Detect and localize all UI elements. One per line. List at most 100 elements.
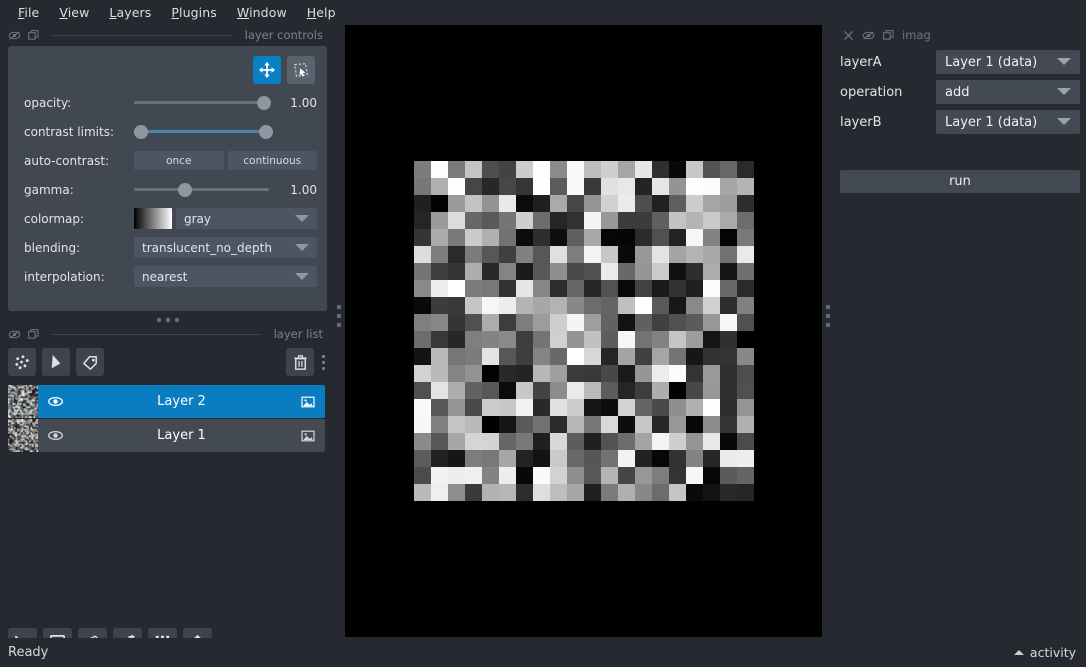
plugin-widget-form: layerA Layer 1 (data) operation add laye… [840,50,1080,134]
menu-file[interactable]: File [8,2,49,23]
chevron-down-icon [1057,88,1071,95]
image-pixel [516,161,533,178]
contrast-low-handle[interactable] [134,124,148,139]
image-pixel [669,416,686,433]
image-pixel [584,212,601,229]
table-row[interactable]: Layer 2 [8,385,325,418]
layer-controls-label: layer controls [244,28,323,42]
image-pixel [669,433,686,450]
image-pixel [448,195,465,212]
image-pixel [635,399,652,416]
layer-visibility-toggle[interactable] [38,393,72,410]
image-pixel [533,450,550,467]
image-pixel [584,297,601,314]
image-pixel [686,467,703,484]
image-pixel [601,314,618,331]
image-pixel [550,195,567,212]
contrast-high-handle[interactable] [259,124,273,139]
opacity-row: 1.00 [134,92,317,113]
layer-thumbnail [8,419,38,452]
image-pixel [686,484,703,501]
layer-b-combo[interactable]: Layer 1 (data) [936,110,1080,134]
chevron-down-icon [1057,118,1071,125]
splitter-dot [337,313,341,318]
dock-float-icon[interactable] [8,29,21,42]
image-pixel [669,246,686,263]
delete-layer-button[interactable] [286,348,314,376]
opacity-label: opacity: [24,95,72,110]
gamma-handle[interactable] [178,182,193,197]
image-pixel [465,246,482,263]
pan-zoom-mode-button[interactable] [253,56,281,84]
image-pixel [499,399,516,416]
activity-toggle[interactable]: activity [1013,645,1086,660]
new-labels-layer-button[interactable] [76,348,104,376]
image-pixel [414,433,431,450]
image-pixel [720,229,737,246]
run-button[interactable]: run [840,170,1080,193]
dock-undock-icon[interactable] [27,328,40,341]
blending-combo[interactable]: translucent_no_depth [134,237,317,258]
viewer-canvas[interactable] [345,25,822,637]
eye-icon [47,430,63,441]
operation-combo[interactable]: add [936,80,1080,104]
menu-window[interactable]: Window [227,2,297,23]
image-pixel [669,382,686,399]
auto-contrast-once-button[interactable]: once [134,151,224,170]
image-pixel [601,229,618,246]
left-splitter-handle[interactable] [333,24,345,607]
image-pixel [652,348,669,365]
splitter-dot [826,313,830,318]
image-pixel [431,365,448,382]
image-pixel [414,467,431,484]
image-pixel [703,195,720,212]
image-pixel [482,297,499,314]
eye-icon [47,396,63,407]
menu-layers[interactable]: Layers [99,2,161,23]
table-row[interactable]: Layer 1 [8,419,325,452]
layer-controls-grid: opacity: 1.00 contrast limits: auto-cont… [8,92,327,287]
menu-help[interactable]: Help [297,2,346,23]
image-pixel [601,382,618,399]
close-icon[interactable] [842,29,855,42]
image-layer-icon [301,396,315,407]
image-pixel [533,246,550,263]
opacity-handle[interactable] [256,95,271,110]
image-pixel [720,331,737,348]
image-pixel [584,450,601,467]
image-pixel [635,433,652,450]
image-pixel [618,484,635,501]
layer-list-overflow-handle[interactable] [322,354,325,370]
colormap-row: gray [134,208,317,229]
dock-undock-icon[interactable] [882,29,895,42]
operation-value: add [945,84,970,100]
dock-float-icon[interactable] [862,29,875,42]
image-pixel [482,348,499,365]
right-splitter-handle[interactable] [822,24,834,607]
gamma-value: 1.00 [290,182,317,197]
image-pixel [703,433,720,450]
image-pixel [499,229,516,246]
layer-visibility-toggle[interactable] [38,427,72,444]
auto-contrast-continuous-button[interactable]: continuous [227,151,317,170]
menu-plugins[interactable]: Plugins [161,2,226,23]
image-pixel [465,178,482,195]
dock-float-icon[interactable] [8,328,21,341]
dock-undock-icon[interactable] [27,29,40,42]
image-pixel [635,467,652,484]
layer-a-combo[interactable]: Layer 1 (data) [936,50,1080,74]
menu-view[interactable]: View [49,2,99,23]
interpolation-combo[interactable]: nearest [134,266,317,287]
colormap-combo[interactable]: gray [176,208,317,229]
opacity-slider[interactable] [134,92,271,113]
image-pixel [737,399,754,416]
image-pixel [584,467,601,484]
new-shapes-layer-button[interactable] [42,348,70,376]
image-pixel [550,161,567,178]
plugin-dock-title: imag [834,24,1086,46]
contrast-limits-slider[interactable] [134,121,273,142]
transform-mode-button[interactable] [287,56,315,84]
image-pixel [465,229,482,246]
new-points-layer-button[interactable] [8,348,36,376]
gamma-slider[interactable] [134,179,269,200]
